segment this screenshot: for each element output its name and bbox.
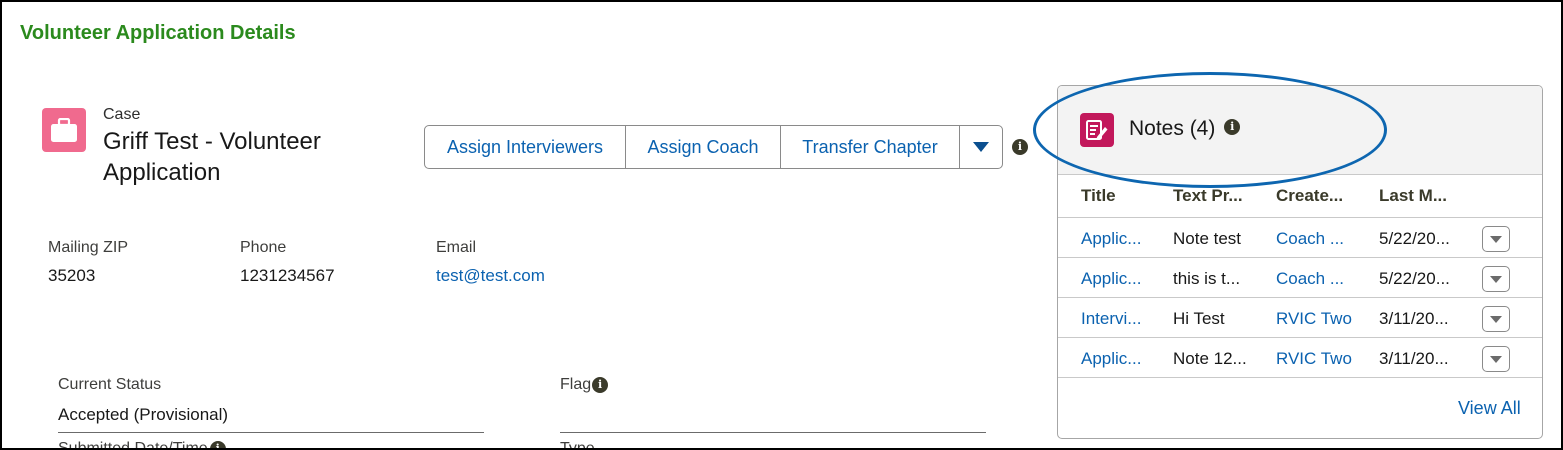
note-last-modified: 5/22/20... [1379, 229, 1450, 248]
more-actions-button[interactable] [960, 126, 1002, 168]
info-icon[interactable]: i [1012, 139, 1028, 155]
note-text-preview: Hi Test [1173, 309, 1225, 328]
flag-label: Flag i [560, 376, 609, 394]
notes-header: Notes (4) i [1058, 86, 1542, 175]
mailing-zip-label: Mailing ZIP [48, 239, 129, 256]
row-actions-button[interactable] [1482, 266, 1510, 292]
mailing-zip-value: 35203 [48, 266, 96, 285]
notes-title-text: Notes (4) [1129, 117, 1216, 140]
table-divider [1058, 217, 1542, 218]
column-header-created-by[interactable]: Create... [1276, 186, 1343, 206]
notes-title[interactable]: Notes (4) i [1129, 117, 1241, 141]
note-text-preview: this is t... [1173, 269, 1241, 288]
note-text-preview: Note 12... [1173, 349, 1247, 368]
email-label: Email [436, 239, 477, 256]
note-text-preview: Note test [1173, 229, 1242, 248]
table-divider [1058, 377, 1542, 378]
view-all-link[interactable]: View All [1458, 398, 1521, 419]
chevron-down-icon [973, 142, 989, 152]
note-created-by-link[interactable]: Coach ... [1276, 229, 1371, 249]
assign-interviewers-button[interactable]: Assign Interviewers [425, 126, 626, 168]
email-link[interactable]: test@test.com [436, 266, 545, 286]
chevron-down-icon [1490, 316, 1502, 323]
record-name: Griff Test - Volunteer Application [103, 128, 321, 186]
chevron-down-icon [1490, 236, 1502, 243]
note-last-modified: 5/22/20... [1379, 269, 1450, 288]
column-header-title[interactable]: Title [1081, 186, 1116, 206]
note-title-link[interactable]: Applic... [1081, 349, 1153, 369]
row-actions-button[interactable] [1482, 226, 1510, 252]
table-divider [1058, 297, 1542, 298]
note-last-modified: 3/11/20... [1379, 349, 1449, 368]
transfer-chapter-button[interactable]: Transfer Chapter [781, 126, 960, 168]
note-created-by-link[interactable]: RVIC Two [1276, 349, 1371, 369]
note-created-by-link[interactable]: RVIC Two [1276, 309, 1371, 329]
note-title-link[interactable]: Applic... [1081, 269, 1153, 289]
current-status-label: Current Status [58, 376, 162, 393]
table-divider [1058, 257, 1542, 258]
note-title-link[interactable]: Applic... [1081, 229, 1153, 249]
submitted-date-label: Submitted Date/Time i [58, 440, 226, 450]
column-header-last-modified[interactable]: Last M... [1379, 186, 1447, 206]
submitted-date-label-text: Submitted Date/Time [58, 440, 208, 450]
assign-coach-button[interactable]: Assign Coach [626, 126, 781, 168]
note-created-by-link[interactable]: Coach ... [1276, 269, 1371, 289]
field-divider [58, 432, 484, 433]
field-divider [560, 432, 986, 433]
info-icon[interactable]: i [592, 376, 609, 393]
current-status-value: Accepted (Provisional) [58, 405, 229, 424]
info-icon[interactable]: i [1224, 119, 1241, 136]
flag-label-text: Flag [560, 376, 592, 393]
app-frame: Volunteer Application Details Case Griff… [0, 0, 1563, 450]
chevron-down-icon [1490, 276, 1502, 283]
table-divider [1058, 337, 1542, 338]
chevron-down-icon [1490, 356, 1502, 363]
column-header-text-preview[interactable]: Text Pr... [1173, 186, 1243, 206]
phone-label: Phone [240, 239, 287, 256]
page-title: Volunteer Application Details [20, 22, 296, 44]
action-button-group: Assign Interviewers Assign Coach Transfe… [424, 125, 1003, 169]
record-type-label: Case [103, 106, 141, 123]
phone-value: 1231234567 [240, 266, 335, 285]
row-actions-button[interactable] [1482, 306, 1510, 332]
notes-related-list: Notes (4) i Title Text Pr... Create... L… [1057, 85, 1543, 439]
notes-icon [1080, 113, 1114, 147]
type-label: Type [560, 440, 595, 450]
row-actions-button[interactable] [1482, 346, 1510, 372]
note-last-modified: 3/11/20... [1379, 309, 1449, 328]
note-title-link[interactable]: Intervi... [1081, 309, 1153, 329]
info-icon[interactable]: i [209, 440, 226, 448]
briefcase-icon [42, 108, 86, 152]
